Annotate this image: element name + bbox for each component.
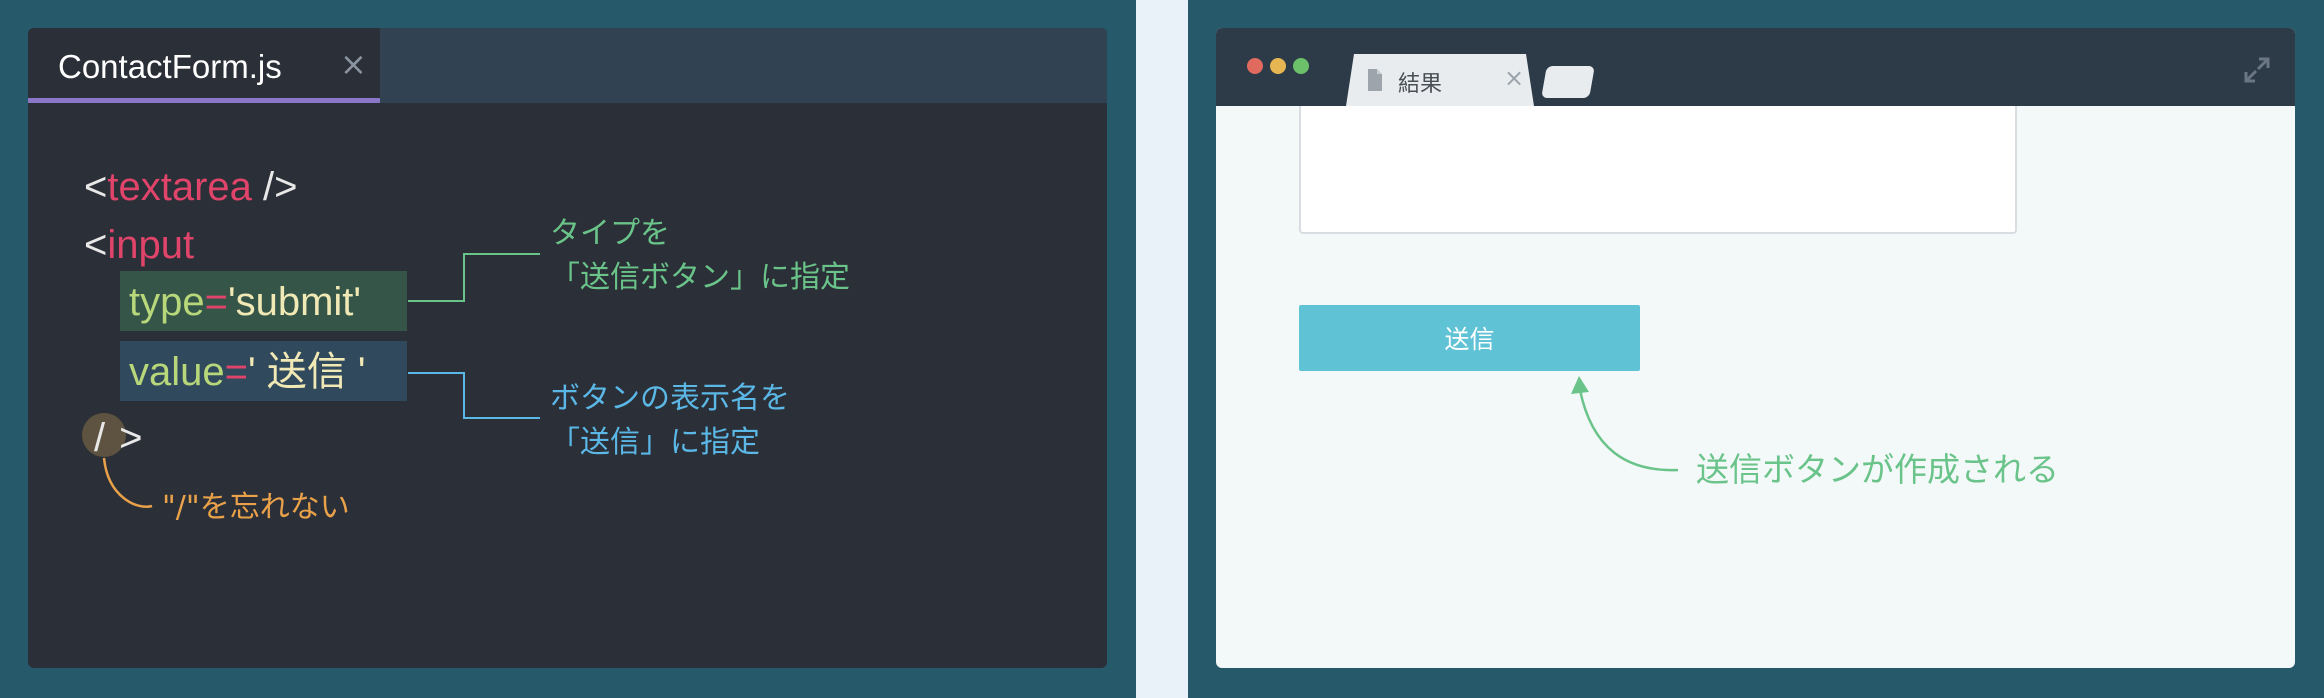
submit-note: 送信ボタンが作成される [1696,450,2059,489]
value-note-line2: 「送信」に指定 [550,425,760,460]
type-connector [408,253,540,302]
annotation-connectors [102,253,540,508]
value-note: ボタンの表示名を 「送信」に指定 [550,377,790,465]
type-note-line2: 「送信ボタン」に指定 [550,260,850,295]
editor-panel: ContactForm.js × <textarea /> <input typ… [0,0,1136,698]
browser-window: 結果 × 送信 送信ボタンが作成される [1216,28,2295,668]
type-note-line1: タイプを [550,216,670,251]
slash-note: "/"を忘れない [162,490,350,525]
submit-annotation-arrow [1571,376,1679,472]
slash-connector [102,457,153,508]
value-note-line1: ボタンの表示名を [550,381,790,416]
browser-panel: 結果 × 送信 送信ボタンが作成される [1188,0,2324,698]
code-editor: ContactForm.js × <textarea /> <input typ… [28,28,1107,668]
value-connector [408,372,540,419]
type-note: タイプを 「送信ボタン」に指定 [550,212,850,300]
